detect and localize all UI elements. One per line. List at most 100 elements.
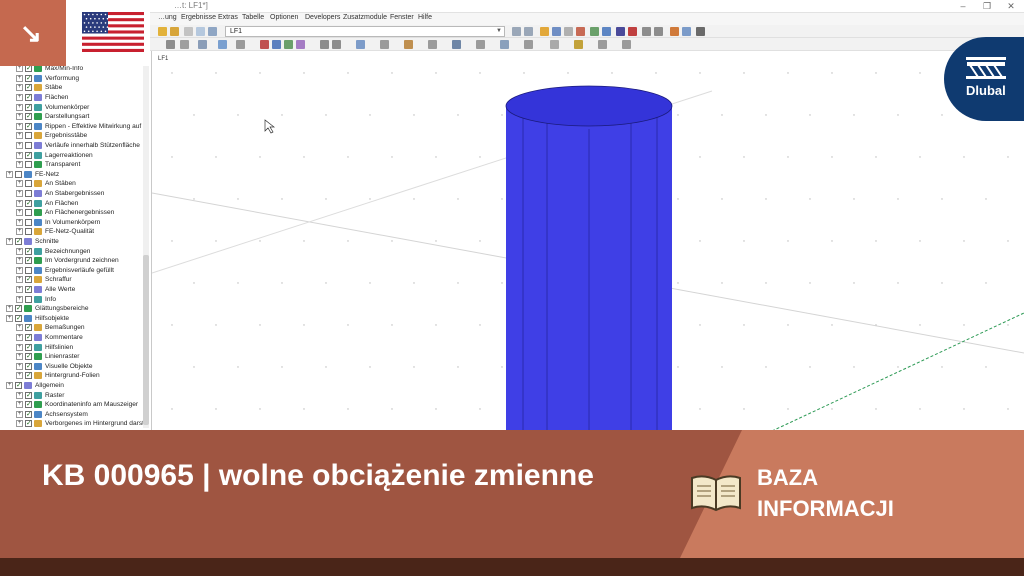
- filter-icon[interactable]: [198, 40, 207, 49]
- more-icon[interactable]: [622, 40, 631, 49]
- tree-checkbox[interactable]: ✓: [25, 74, 32, 82]
- tree-item[interactable]: + ✓ Hintergrund-Folien: [16, 371, 100, 381]
- tree-checkbox[interactable]: ✓: [25, 286, 32, 294]
- tree-item[interactable]: + ✓ Flächen: [16, 93, 68, 103]
- tree-item[interactable]: + ✓ Schraffur: [16, 275, 72, 285]
- menu-item-results[interactable]: Ergebnisse: [181, 14, 216, 21]
- tree-checkbox[interactable]: ✓: [15, 314, 22, 322]
- tree-item[interactable]: + ✓ Alle Werte: [16, 285, 75, 295]
- expand-toggle-icon[interactable]: +: [6, 314, 13, 322]
- tree-checkbox[interactable]: [25, 266, 32, 274]
- tree-checkbox[interactable]: ✓: [25, 84, 32, 92]
- tree-item[interactable]: + ✓ Visuelle Objekte: [16, 362, 93, 372]
- grid-icon[interactable]: [236, 40, 245, 49]
- tree-item[interactable]: + ✓ Koordinateninfo am Mauszeiger: [16, 400, 138, 410]
- expand-toggle-icon[interactable]: +: [6, 305, 13, 313]
- expand-toggle-icon[interactable]: +: [16, 401, 23, 409]
- next-load-case-icon[interactable]: [524, 27, 533, 36]
- expand-toggle-icon[interactable]: +: [16, 420, 23, 428]
- menu-item-table[interactable]: Tabelle: [242, 14, 264, 21]
- tree-checkbox[interactable]: ✓: [25, 362, 32, 370]
- tree-checkbox[interactable]: ✓: [25, 372, 32, 380]
- deformation-icon[interactable]: [576, 27, 585, 36]
- expand-toggle-icon[interactable]: +: [16, 410, 23, 418]
- render-icon[interactable]: [670, 27, 679, 36]
- tree-item[interactable]: + Ergebnisverläufe gefüllt: [16, 266, 114, 276]
- menu-item-extras[interactable]: Extras: [218, 14, 238, 21]
- close-button[interactable]: ✕: [1004, 1, 1018, 12]
- expand-toggle-icon[interactable]: +: [16, 228, 23, 236]
- tree-item[interactable]: + ✓ Darstellungsart: [16, 112, 89, 122]
- expand-toggle-icon[interactable]: +: [16, 257, 23, 265]
- tree-item[interactable]: + FE-Netz-Qualität: [16, 227, 94, 237]
- expand-toggle-icon[interactable]: +: [16, 132, 23, 140]
- expand-toggle-icon[interactable]: +: [16, 199, 23, 207]
- tree-item[interactable]: + ✓ Hilfsobjekte: [6, 314, 69, 324]
- tree-checkbox[interactable]: [25, 161, 32, 169]
- tree-item[interactable]: + ✓ Hilfslinien: [16, 342, 73, 352]
- tree-checkbox[interactable]: ✓: [25, 391, 32, 399]
- settings-icon[interactable]: [696, 27, 705, 36]
- node-icon[interactable]: [260, 40, 269, 49]
- divide-icon[interactable]: [500, 40, 509, 49]
- column-top-face[interactable]: [505, 85, 673, 127]
- menu-item-options[interactable]: Optionen: [270, 14, 298, 21]
- tree-item[interactable]: + An Stäben: [16, 179, 76, 189]
- support-reactions-icon[interactable]: [628, 27, 637, 36]
- tree-checkbox[interactable]: ✓: [25, 353, 32, 361]
- tree-checkbox[interactable]: ✓: [25, 122, 32, 130]
- tree-checkbox[interactable]: ✓: [25, 420, 32, 428]
- tree-checkbox[interactable]: ✓: [25, 257, 32, 265]
- tree-checkbox[interactable]: [25, 132, 32, 140]
- tree-checkbox[interactable]: ✓: [25, 94, 32, 102]
- navigator-scrollbar-thumb[interactable]: [143, 255, 149, 425]
- expand-toggle-icon[interactable]: +: [16, 353, 23, 361]
- expand-toggle-icon[interactable]: +: [16, 218, 23, 226]
- tree-item[interactable]: + ✓ Stäbe: [16, 83, 62, 93]
- tree-checkbox[interactable]: [25, 190, 32, 198]
- tree-checkbox[interactable]: ✓: [25, 276, 32, 284]
- expand-toggle-icon[interactable]: +: [16, 180, 23, 188]
- save-icon[interactable]: [170, 27, 179, 36]
- tree-checkbox[interactable]: ✓: [25, 334, 32, 342]
- expand-toggle-icon[interactable]: +: [16, 65, 23, 73]
- tree-checkbox[interactable]: [25, 228, 32, 236]
- tree-checkbox[interactable]: ✓: [25, 401, 32, 409]
- open-file-icon[interactable]: [158, 27, 167, 36]
- expand-toggle-icon[interactable]: +: [16, 391, 23, 399]
- mirror-icon[interactable]: [428, 40, 437, 49]
- expand-toggle-icon[interactable]: +: [16, 334, 23, 342]
- expand-toggle-icon[interactable]: +: [16, 372, 23, 380]
- view-icon[interactable]: [552, 27, 561, 36]
- tree-checkbox[interactable]: ✓: [15, 305, 22, 313]
- expand-toggle-icon[interactable]: +: [16, 151, 23, 159]
- prev-load-case-icon[interactable]: [512, 27, 521, 36]
- expand-toggle-icon[interactable]: +: [6, 238, 13, 246]
- tree-checkbox[interactable]: ✓: [25, 324, 32, 332]
- menu-item-help[interactable]: Hilfe: [418, 14, 432, 21]
- expand-toggle-icon[interactable]: +: [16, 84, 23, 92]
- tree-item[interactable]: + ✓ An Flächen: [16, 198, 78, 208]
- copy-icon[interactable]: [476, 40, 485, 49]
- tree-item[interactable]: + ✓ Verborgenes im Hintergrund darste: [16, 419, 148, 429]
- expand-toggle-icon[interactable]: +: [6, 170, 13, 178]
- expand-toggle-icon[interactable]: +: [16, 190, 23, 198]
- tree-item[interactable]: + ✓ Linienraster: [16, 352, 79, 362]
- tree-item[interactable]: + ✓ Allgemein: [6, 381, 64, 391]
- solid-icon[interactable]: [296, 40, 305, 49]
- tree-item[interactable]: + ✓ Glättungsbereiche: [6, 304, 89, 314]
- tree-checkbox[interactable]: ✓: [25, 65, 32, 73]
- expand-toggle-icon[interactable]: +: [16, 103, 23, 111]
- values-icon[interactable]: [564, 27, 573, 36]
- measure-icon[interactable]: [380, 40, 389, 49]
- zoom-all-icon[interactable]: [654, 27, 663, 36]
- snap-icon[interactable]: [218, 40, 227, 49]
- expand-toggle-icon[interactable]: +: [16, 94, 23, 102]
- view-3d-icon[interactable]: [616, 27, 625, 36]
- tree-checkbox[interactable]: ✓: [25, 343, 32, 351]
- expand-toggle-icon[interactable]: +: [16, 324, 23, 332]
- tree-checkbox[interactable]: [25, 142, 32, 150]
- model-viewport[interactable]: [151, 51, 1024, 432]
- table-view-icon[interactable]: [550, 40, 559, 49]
- menu-item-edit[interactable]: …ung: [158, 14, 177, 21]
